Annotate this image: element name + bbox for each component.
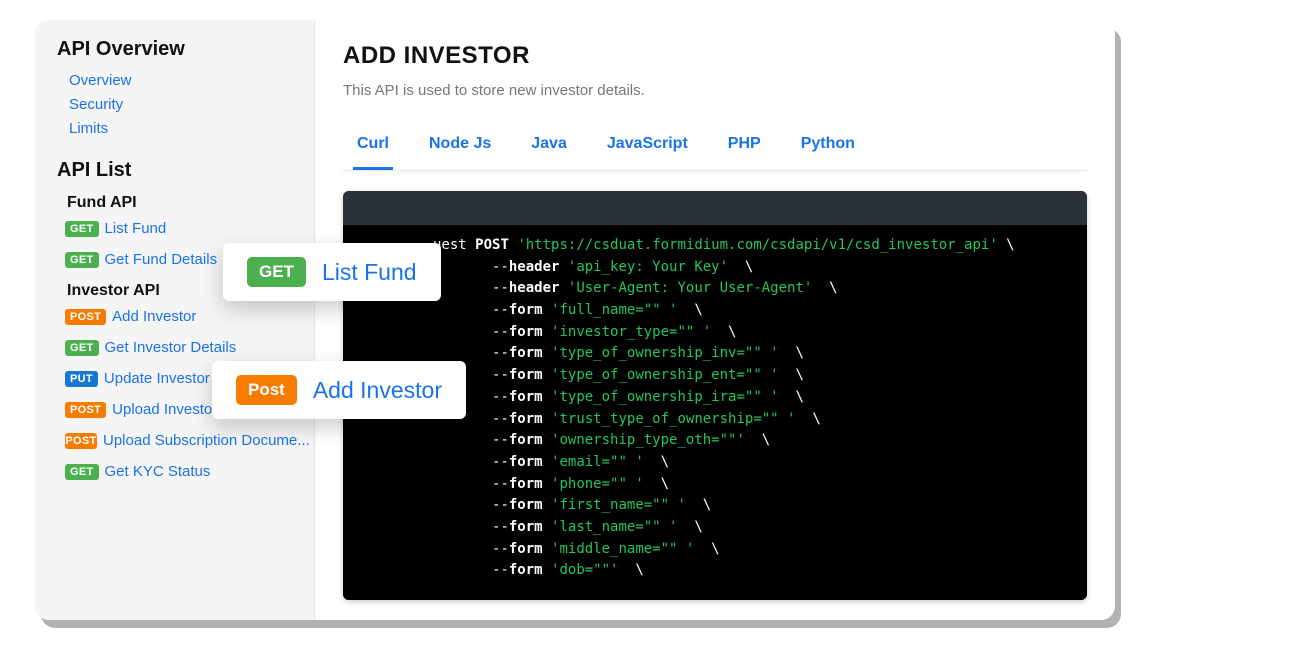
api-item-get-kyc-status[interactable]: GET Get KYC Status (65, 463, 306, 480)
api-label[interactable]: List Fund (105, 220, 167, 237)
group-title-fund: Fund API (67, 194, 306, 212)
app-window: API Overview Overview Security Limits AP… (35, 20, 1115, 620)
tab-javascript[interactable]: JavaScript (603, 121, 692, 170)
tab-python[interactable]: Python (797, 121, 859, 170)
method-badge-get-icon: GET (65, 221, 99, 237)
method-badge-get-icon: GET (65, 464, 99, 480)
api-label[interactable]: Get Investor Details (105, 339, 237, 356)
main-content: ADD INVESTOR This API is used to store n… (315, 20, 1115, 620)
tab-nodejs[interactable]: Node Js (425, 121, 495, 170)
tab-curl[interactable]: Curl (353, 121, 393, 170)
overview-link-overview[interactable]: Overview (69, 69, 306, 93)
callout-badge-post-icon: Post (236, 375, 297, 405)
tab-java[interactable]: Java (527, 121, 571, 170)
page-title: ADD INVESTOR (343, 42, 1087, 70)
code-tabs: Curl Node Js Java JavaScript PHP Python (343, 121, 1087, 171)
overview-link-security[interactable]: Security (69, 93, 306, 117)
overview-link-limits[interactable]: Limits (69, 117, 306, 141)
page-description: This API is used to store new investor d… (343, 82, 1087, 99)
method-badge-get-icon: GET (65, 252, 99, 268)
callout-list-fund[interactable]: GET List Fund (223, 243, 441, 301)
code-header-bar (343, 191, 1087, 225)
method-badge-get-icon: GET (65, 340, 99, 356)
api-item-list-fund[interactable]: GET List Fund (65, 220, 306, 237)
callout-label: List Fund (322, 259, 417, 286)
method-badge-post-icon: POST (65, 309, 106, 325)
sidebar-overview-title: API Overview (57, 38, 306, 61)
api-item-upload-subscription-doc[interactable]: POST Upload Subscription Docume... (65, 432, 306, 449)
api-label[interactable]: Get KYC Status (105, 463, 211, 480)
api-label[interactable]: Update Investor (104, 370, 210, 387)
callout-add-investor[interactable]: Post Add Investor (212, 361, 466, 419)
method-badge-post-icon: POST (65, 402, 106, 418)
sidebar: API Overview Overview Security Limits AP… (35, 20, 315, 620)
callout-label: Add Investor (313, 377, 442, 404)
api-label[interactable]: Add Investor (112, 308, 196, 325)
sidebar-list-title: API List (57, 159, 306, 182)
api-label[interactable]: Get Fund Details (105, 251, 218, 268)
api-item-get-investor-details[interactable]: GET Get Investor Details (65, 339, 306, 356)
api-label[interactable]: Upload Subscription Docume... (103, 432, 310, 449)
method-badge-put-icon: PUT (65, 371, 98, 387)
callout-badge-get-icon: GET (247, 257, 306, 287)
tab-php[interactable]: PHP (724, 121, 765, 170)
overview-links: Overview Security Limits (57, 69, 306, 141)
api-item-add-investor[interactable]: POST Add Investor (65, 308, 306, 325)
method-badge-post-icon: POST (65, 433, 97, 449)
